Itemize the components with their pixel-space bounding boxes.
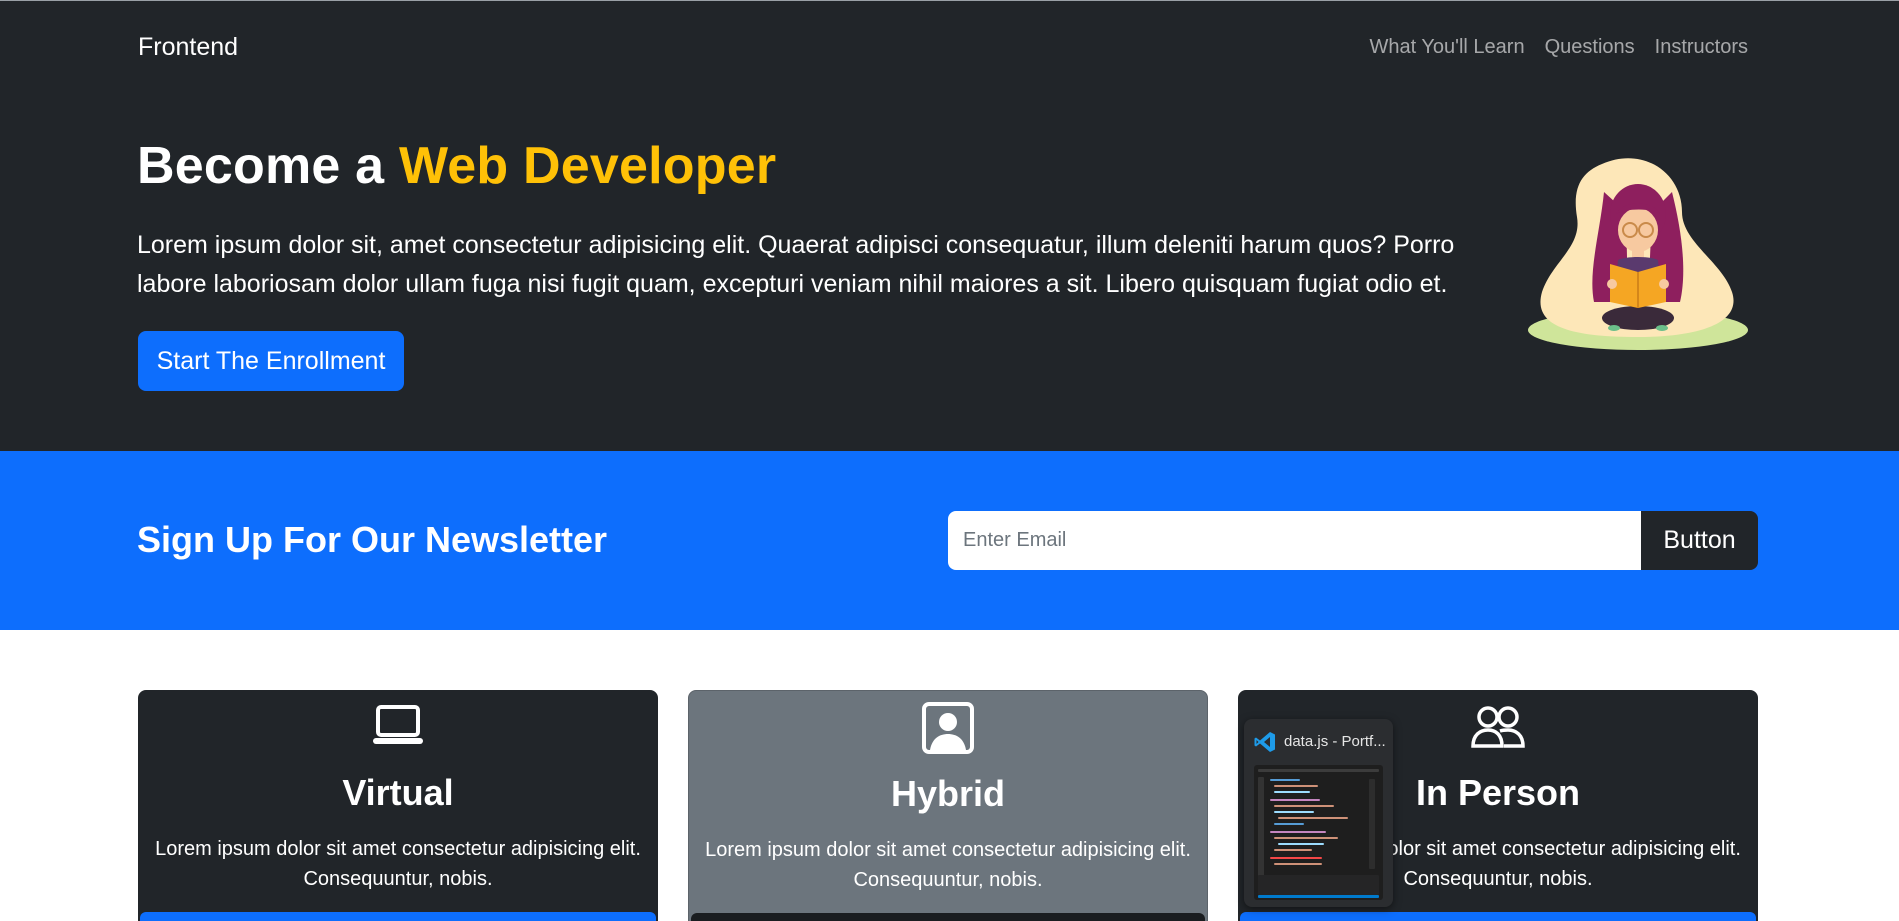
email-input[interactable] (948, 511, 1642, 570)
newsletter-section: Sign Up For Our Newsletter Button (0, 451, 1899, 630)
newsletter-submit-button[interactable]: Button (1641, 511, 1758, 570)
nav-link-questions[interactable]: Questions (1545, 36, 1635, 59)
hero-title: Become a Web Developer (137, 136, 776, 196)
newsletter-title: Sign Up For Our Newsletter (137, 519, 608, 560)
start-enrollment-button[interactable]: Start The Enrollment (138, 331, 404, 391)
card-text: Lorem ipsum dolor sit amet consectetur a… (155, 838, 641, 890)
laptop-icon (138, 700, 658, 756)
person-square-icon (689, 701, 1207, 757)
preview-thumbnail (1254, 765, 1383, 900)
girl-reading-book-illustration (1528, 158, 1748, 350)
card-virtual: Virtual Lorem ipsum dolor sit amet conse… (138, 690, 658, 921)
vscode-icon (1254, 731, 1276, 758)
hero-section: Become a Web Developer Lorem ipsum dolor… (0, 92, 1899, 451)
card-title: Hybrid (890, 773, 1005, 814)
hero-text: Lorem ipsum dolor sit, amet consectetur … (137, 231, 1455, 298)
preview-title: data.js - Portf... (1284, 733, 1386, 750)
card-hybrid: Hybrid Lorem ipsum dolor sit amet consec… (688, 690, 1208, 921)
card-button[interactable] (1240, 912, 1756, 921)
taskbar-window-preview[interactable]: data.js - Portf... (1244, 719, 1393, 907)
navbar: Frontend What You'll Learn Questions Ins… (0, 0, 1899, 92)
nav-link-instructors[interactable]: Instructors (1655, 36, 1748, 59)
card-title: Virtual (342, 772, 454, 813)
navbar-brand[interactable]: Frontend (138, 33, 238, 62)
card-button[interactable] (140, 912, 656, 921)
nav-links: What You'll Learn Questions Instructors (1370, 36, 1748, 59)
card-text: Lorem ipsum dolor sit amet consectetur a… (705, 839, 1191, 891)
card-button[interactable] (691, 913, 1205, 921)
hero-title-prefix: Become a (137, 137, 399, 195)
nav-link-what-youll-learn[interactable]: What You'll Learn (1370, 36, 1525, 59)
hero-title-accent: Web Developer (398, 137, 777, 195)
